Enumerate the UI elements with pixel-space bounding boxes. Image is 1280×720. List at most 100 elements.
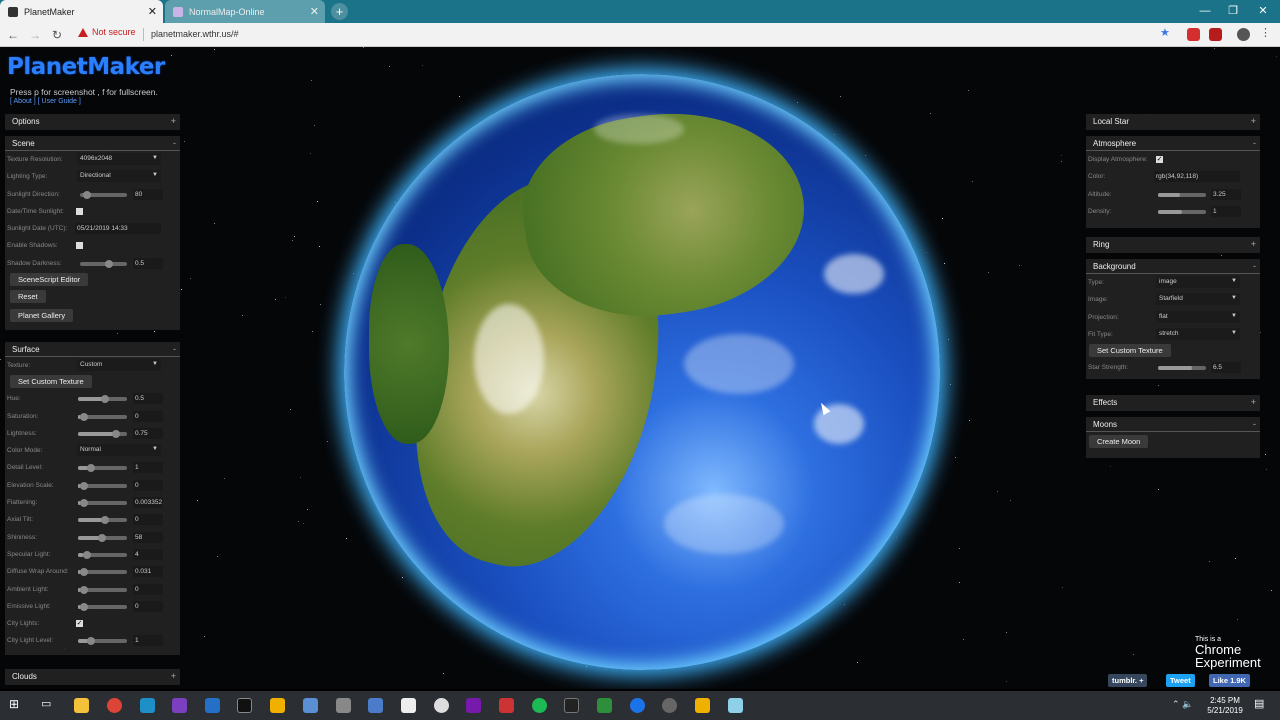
slider-knob[interactable] (87, 464, 95, 473)
planet-render[interactable] (344, 74, 940, 670)
scenescript-editor-button[interactable]: SceneScript Editor (10, 273, 89, 287)
reset-button[interactable]: Reset (10, 290, 46, 304)
close-icon[interactable]: ✕ (148, 5, 157, 18)
setting-value[interactable]: 0.031 (133, 566, 163, 578)
new-tab-button[interactable]: + (331, 3, 348, 20)
tab-normalmap[interactable]: NormalMap-Online ✕ (165, 0, 325, 23)
terminal-icon[interactable] (237, 698, 252, 713)
about-link[interactable]: [ About ] (10, 98, 36, 105)
tab-planetmaker[interactable]: PlanetMaker ✕ (0, 0, 163, 23)
slider-knob[interactable] (101, 395, 109, 404)
density-value[interactable]: 1 (1211, 205, 1241, 217)
chrome-icon[interactable] (107, 698, 122, 713)
slider-knob[interactable] (98, 533, 106, 542)
slider-knob[interactable] (80, 412, 88, 421)
setting-value[interactable]: 0.75 (133, 427, 163, 439)
sunlight-direction-value[interactable]: 80 (133, 188, 163, 200)
app-icon[interactable] (499, 698, 514, 713)
enable-shadows-checkbox[interactable] (76, 242, 83, 250)
effects-panel[interactable]: Effects + (1086, 395, 1260, 411)
local-star-panel[interactable]: Local Star + (1086, 114, 1260, 130)
app-icon[interactable] (303, 698, 318, 713)
visual-studio-icon[interactable] (172, 698, 187, 713)
expand-icon[interactable]: + (1251, 397, 1256, 407)
shadow-darkness-value[interactable]: 0.5 (133, 257, 163, 269)
slider-knob[interactable] (105, 259, 113, 268)
setting-value[interactable]: 0 (133, 583, 163, 595)
ring-panel[interactable]: Ring + (1086, 237, 1260, 253)
set-custom-texture-button[interactable]: Set Custom Texture (10, 375, 92, 389)
clouds-panel[interactable]: Clouds + (5, 669, 180, 685)
back-arrow-icon[interactable]: ← (4, 26, 22, 44)
facebook-like-button[interactable]: Like 1.9K (1209, 674, 1250, 687)
vscode-icon[interactable] (205, 698, 220, 713)
reload-icon[interactable]: ↻ (48, 26, 66, 44)
app-icon[interactable] (140, 698, 155, 713)
slider-knob[interactable] (87, 637, 95, 646)
tweet-button[interactable]: Tweet (1166, 674, 1195, 687)
slider-track[interactable] (80, 261, 127, 266)
setting-value[interactable]: 0 (133, 600, 163, 612)
background-image-select[interactable]: Starfield ▼ (1156, 293, 1240, 306)
app-icon[interactable] (662, 698, 677, 713)
windows-start-icon[interactable]: ⊞ (9, 697, 24, 712)
taskbar-clock[interactable]: 2:45 PM 5/21/2019 (1200, 696, 1250, 716)
setting-value[interactable]: 0.003352 (133, 497, 163, 509)
collapse-icon[interactable]: - (173, 344, 176, 354)
create-moon-button[interactable]: Create Moon (1089, 435, 1149, 448)
menu-dots-icon[interactable]: ⋮ (1260, 26, 1273, 39)
restore-icon[interactable]: ❐ (1216, 2, 1250, 20)
profile-avatar-icon[interactable] (1237, 28, 1250, 41)
app-icon[interactable] (695, 698, 710, 713)
projection-select[interactable]: flat ▼ (1156, 310, 1240, 323)
app-icon[interactable] (336, 698, 351, 713)
slider-knob[interactable] (80, 602, 88, 611)
collapse-icon[interactable]: - (1253, 138, 1256, 148)
extension-icon[interactable] (1187, 28, 1200, 41)
altitude-value[interactable]: 3.25 (1211, 188, 1241, 200)
slider-knob[interactable] (112, 429, 120, 438)
expand-icon[interactable]: + (1251, 116, 1256, 126)
setting-value[interactable]: 0 (133, 479, 163, 491)
setting-value[interactable]: 1 (133, 462, 163, 474)
tumblr-share-button[interactable]: tumblr. + (1108, 674, 1148, 687)
atmosphere-color-input[interactable]: rgb(34,92,118) (1154, 171, 1240, 183)
slider-knob[interactable] (83, 550, 91, 559)
slider-knob[interactable] (80, 499, 88, 508)
options-panel[interactable]: Options + (5, 114, 180, 130)
slider-knob[interactable] (101, 516, 109, 525)
app-icon[interactable] (401, 698, 416, 713)
setting-value[interactable]: 1 (133, 635, 163, 647)
setting-checkbox[interactable]: ✓ (76, 620, 83, 628)
collapse-icon[interactable]: - (1253, 261, 1256, 271)
system-tray[interactable]: ⌃ 🔈 (1172, 699, 1193, 710)
expand-icon[interactable]: + (171, 116, 176, 126)
render-stage[interactable]: PlanetMaker Press p for screenshot , f f… (0, 47, 1280, 689)
app-icon[interactable] (368, 698, 383, 713)
bookmark-star-icon[interactable]: ★ (1160, 26, 1173, 39)
setting-value[interactable]: 58 (133, 531, 163, 543)
setting-value[interactable]: 0 (133, 514, 163, 526)
fit-type-select[interactable]: stretch ▼ (1156, 327, 1240, 340)
chrome-experiment-badge[interactable]: This is a Chrome Experiment (1195, 636, 1261, 669)
sunlight-date-input[interactable]: 05/21/2019 14:33 (75, 223, 161, 235)
texture-select[interactable]: Custom ▼ (77, 359, 161, 371)
app-icon[interactable] (564, 698, 579, 713)
display-atmosphere-checkbox[interactable]: ✓ (1156, 156, 1163, 163)
collapse-icon[interactable]: - (1253, 419, 1256, 429)
setting-select[interactable]: Normal ▼ (77, 444, 161, 457)
window-close-icon[interactable]: ✕ (1246, 2, 1280, 20)
collapse-icon[interactable]: - (173, 138, 176, 148)
file-explorer-icon[interactable] (74, 698, 89, 713)
app-icon[interactable] (597, 698, 612, 713)
spotify-icon[interactable] (532, 698, 547, 713)
setting-value[interactable]: 0 (133, 410, 163, 422)
forward-arrow-icon[interactable]: → (26, 26, 44, 44)
slider-knob[interactable] (80, 585, 88, 594)
set-custom-background-button[interactable]: Set Custom Texture (1089, 344, 1171, 358)
close-icon[interactable]: ✕ (310, 5, 319, 18)
onenote-icon[interactable] (466, 698, 481, 713)
app-icon[interactable] (630, 698, 645, 713)
slider-knob[interactable] (80, 481, 88, 490)
background-type-select[interactable]: image ▼ (1156, 276, 1240, 288)
